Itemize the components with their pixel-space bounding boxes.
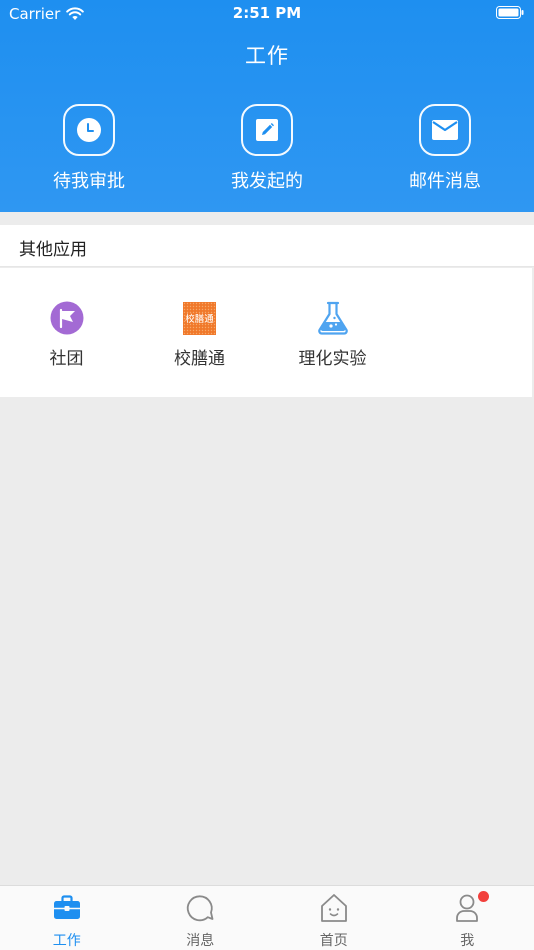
quick-actions: 待我审批 我发起的 邮件消息 <box>0 104 534 193</box>
quick-action-label: 待我审批 <box>53 171 125 192</box>
flask-icon <box>317 301 348 335</box>
svg-text:校膳通: 校膳通 <box>185 313 214 325</box>
section-title: 其他应用 <box>19 240 87 260</box>
clock-icon <box>77 118 101 142</box>
app-club[interactable]: 社团 <box>0 300 133 369</box>
chat-bubble-icon <box>187 895 214 922</box>
flag-icon <box>50 301 83 335</box>
notification-badge <box>477 891 489 902</box>
status-bar: Carrier 2:51 PM <box>0 0 534 28</box>
app-xiaoshantong[interactable]: 校膳通 校膳通 <box>133 300 266 369</box>
battery-icon <box>496 6 524 19</box>
tab-bar: 工作 消息 首页 我 <box>0 885 534 950</box>
other-apps-header: 其他应用 <box>0 225 534 267</box>
apps-row: 社团 校膳通 校膳通 理化实验 <box>0 300 399 369</box>
initiated-by-me-button[interactable]: 我发起的 <box>184 104 350 193</box>
mail-messages-button[interactable]: 邮件消息 <box>362 104 528 193</box>
header: Carrier 2:51 PM 工作 待我审批 我发起的 邮件消息 <box>0 0 534 212</box>
tab-label: 工作 <box>52 933 81 949</box>
app-label: 校膳通 <box>174 349 225 369</box>
apps-panel: 社团 校膳通 校膳通 理化实验 <box>0 268 532 397</box>
xiaoshantong-logo: 校膳通 <box>183 301 216 335</box>
tab-me[interactable]: 我 <box>401 886 534 950</box>
home-icon <box>320 894 347 922</box>
pending-approval-button[interactable]: 待我审批 <box>6 104 172 193</box>
quick-action-label: 邮件消息 <box>409 171 481 192</box>
quick-action-label: 我发起的 <box>231 171 303 192</box>
user-icon <box>456 894 479 922</box>
tab-home[interactable]: 首页 <box>267 886 401 950</box>
app-lab-experiment[interactable]: 理化实验 <box>266 300 399 369</box>
app-label: 理化实验 <box>298 349 367 369</box>
tab-work[interactable]: 工作 <box>0 886 134 950</box>
tab-label: 首页 <box>319 933 348 949</box>
edit-icon <box>256 119 278 141</box>
tab-label: 我 <box>460 933 475 949</box>
status-time: 2:51 PM <box>232 4 302 22</box>
tab-label: 消息 <box>186 933 215 949</box>
briefcase-icon <box>53 895 80 919</box>
app-label: 社团 <box>49 349 84 369</box>
tab-messages[interactable]: 消息 <box>134 886 268 950</box>
mail-icon <box>432 120 458 140</box>
page-title: 工作 <box>245 44 289 68</box>
